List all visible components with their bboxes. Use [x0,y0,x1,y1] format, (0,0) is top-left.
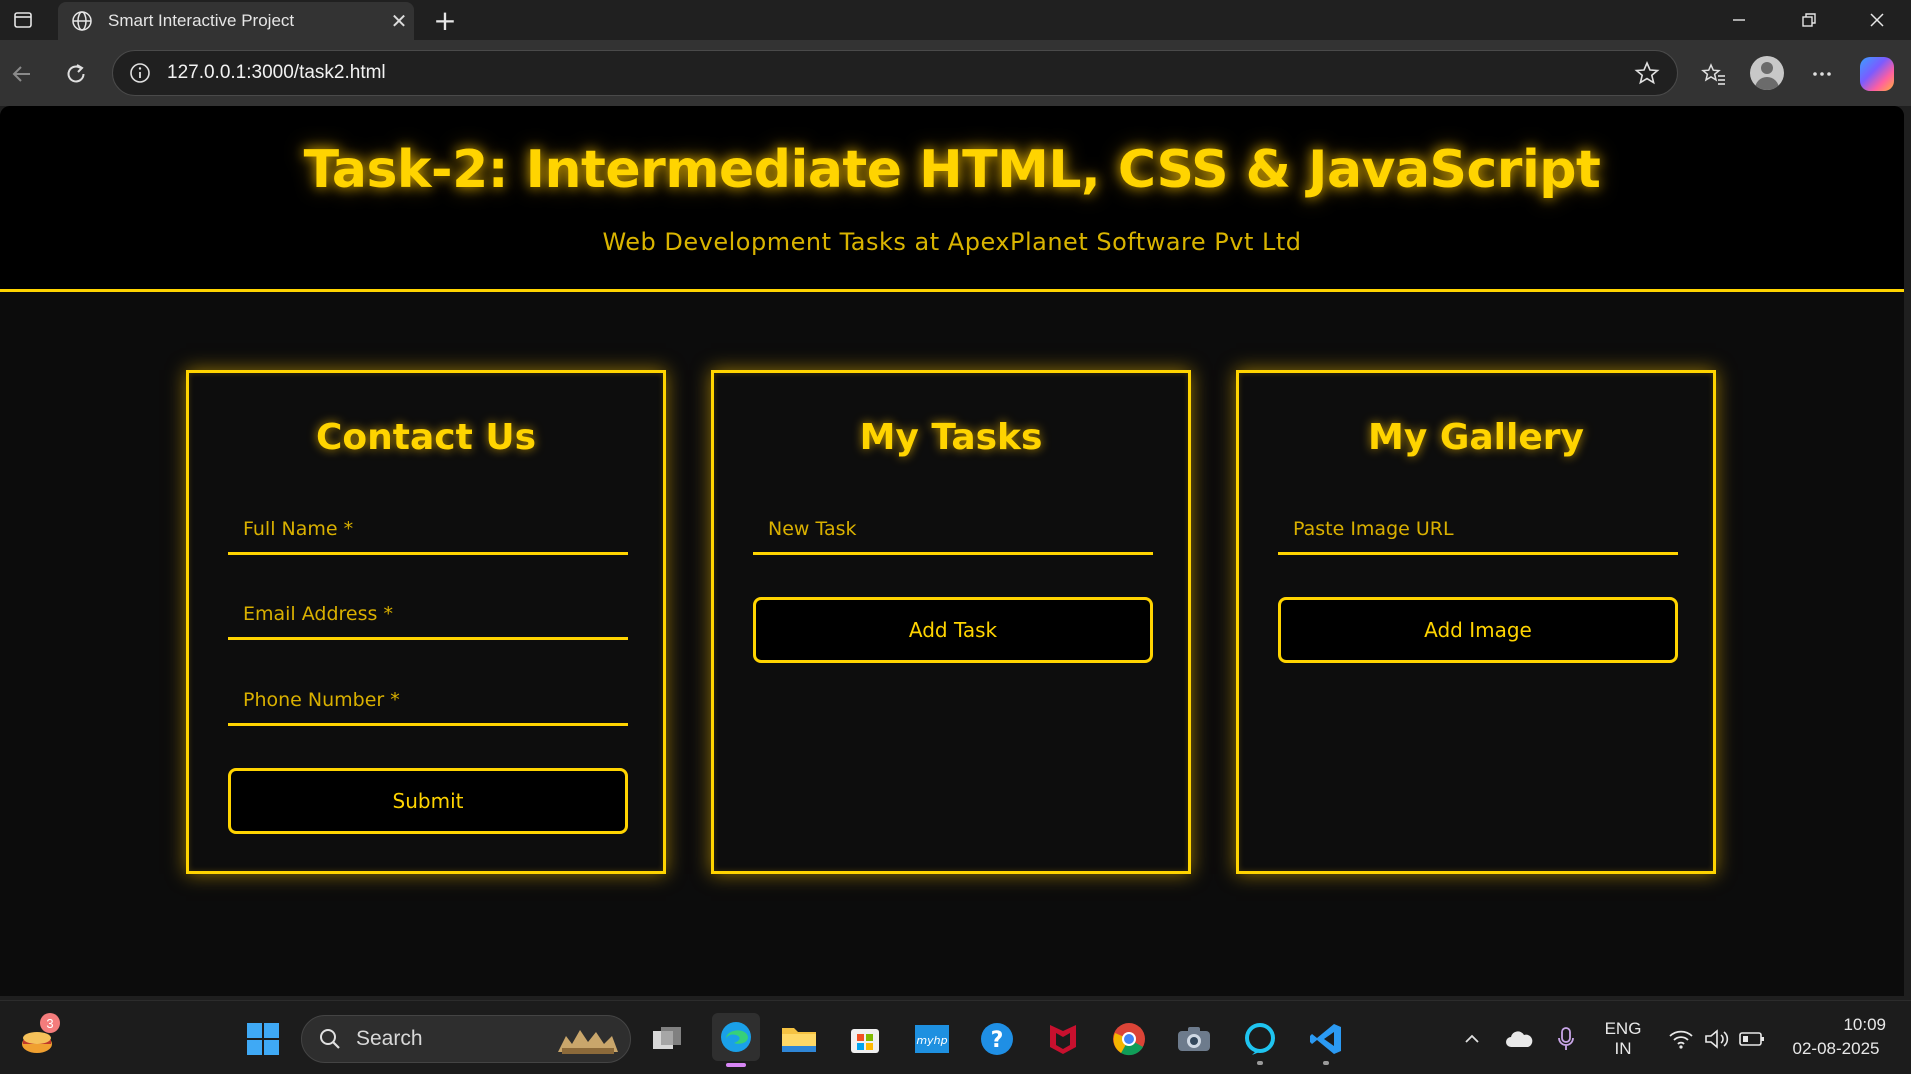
chevron-up-icon[interactable] [1452,1019,1492,1059]
tasks-card: My Tasks Add Task [711,370,1191,874]
address-url[interactable]: 127.0.0.1:3000/task2.html [167,62,1633,84]
full-name-field [228,495,628,555]
clock-time: 10:09 [1843,1015,1886,1034]
language-code: ENG [1604,1019,1642,1038]
browser-tab[interactable]: Smart Interactive Project ✕ [58,2,414,40]
microphone-icon[interactable] [1546,1019,1586,1059]
more-options-icon[interactable] [1804,56,1840,92]
full-name-input[interactable] [228,495,628,552]
close-window-icon[interactable] [1854,0,1900,40]
task-view-icon[interactable] [647,1019,687,1059]
browser-toolbar: 127.0.0.1:3000/task2.html [0,40,1911,106]
globe-icon [70,9,94,33]
help-icon[interactable]: ? [977,1019,1017,1059]
copilot-icon[interactable] [1860,57,1894,91]
alexa-icon[interactable] [1240,1019,1280,1065]
phone-field [228,666,628,726]
gallery-heading: My Gallery [1368,417,1584,458]
address-bar[interactable]: 127.0.0.1:3000/task2.html [112,50,1678,96]
language-indicator[interactable]: ENG IN [1598,1019,1648,1059]
tasks-heading: My Tasks [859,417,1043,458]
widgets-badge: 3 [40,1013,60,1033]
page-subtitle: Web Development Tasks at ApexPlanet Soft… [602,228,1302,256]
minimize-icon[interactable] [1716,0,1762,40]
restore-icon[interactable] [1786,0,1832,40]
gallery-card: My Gallery Add Image [1236,370,1716,874]
battery-icon[interactable] [1732,1019,1772,1059]
page-header: Task-2: Intermediate HTML, CSS & JavaScr… [0,106,1904,292]
image-url-input[interactable] [1278,495,1678,552]
add-image-button[interactable]: Add Image [1278,597,1678,663]
running-indicator [1323,1061,1329,1065]
tab-title: Smart Interactive Project [108,11,295,30]
vscode-icon[interactable] [1306,1019,1346,1065]
taskbar-search[interactable]: Search [301,1015,631,1063]
favorites-icon[interactable] [1696,56,1732,92]
search-highlight-icon [552,1022,622,1056]
new-tab-icon[interactable]: + [428,4,462,37]
tab-actions-icon[interactable] [0,0,46,40]
active-indicator [726,1063,746,1067]
page-viewport: Task-2: Intermediate HTML, CSS & JavaScr… [0,106,1904,996]
refresh-icon[interactable] [58,56,94,92]
browser-title-bar: Smart Interactive Project ✕ + [0,0,1911,40]
profile-avatar-icon[interactable] [1750,56,1784,90]
page-title: Task-2: Intermediate HTML, CSS & JavaScr… [303,140,1601,200]
clock[interactable]: 10:09 02-08-2025 [1778,1015,1894,1059]
mcafee-icon[interactable] [1043,1019,1083,1059]
site-info-icon[interactable] [127,60,153,86]
email-input[interactable] [228,580,628,637]
svg-text:myhp: myhp [916,1034,947,1047]
start-icon[interactable] [243,1019,283,1059]
image-url-field [1278,495,1678,555]
close-tab-icon[interactable]: ✕ [384,9,414,33]
chrome-icon[interactable] [1109,1019,1149,1059]
microsoft-store-icon[interactable] [845,1019,885,1059]
edge-icon[interactable] [712,1013,760,1067]
search-icon [318,1027,342,1051]
onedrive-icon[interactable] [1499,1019,1539,1059]
phone-input[interactable] [228,666,628,723]
clock-date: 02-08-2025 [1792,1039,1880,1058]
file-explorer-icon[interactable] [779,1019,819,1059]
contact-card: Contact Us Submit [186,370,666,874]
new-task-field [753,495,1153,555]
wifi-icon[interactable] [1661,1019,1701,1059]
search-label: Search [356,1027,423,1050]
language-region: IN [1614,1039,1632,1058]
new-task-input[interactable] [753,495,1153,552]
email-field [228,580,628,640]
submit-button[interactable]: Submit [228,768,628,834]
myhp-icon[interactable]: myhp [912,1019,952,1059]
widgets-icon[interactable]: 3 [18,1013,60,1059]
favorite-star-icon[interactable] [1633,59,1661,87]
camera-icon[interactable] [1174,1019,1214,1059]
running-indicator [1257,1061,1263,1065]
add-task-button[interactable]: Add Task [753,597,1153,663]
windows-taskbar: 3 Search myhp ? ENG IN 10:09 02-08-2025 [0,1000,1911,1074]
back-icon[interactable] [4,56,40,92]
contact-heading: Contact Us [315,417,537,458]
volume-icon[interactable] [1696,1019,1736,1059]
svg-text:?: ? [991,1028,1004,1053]
